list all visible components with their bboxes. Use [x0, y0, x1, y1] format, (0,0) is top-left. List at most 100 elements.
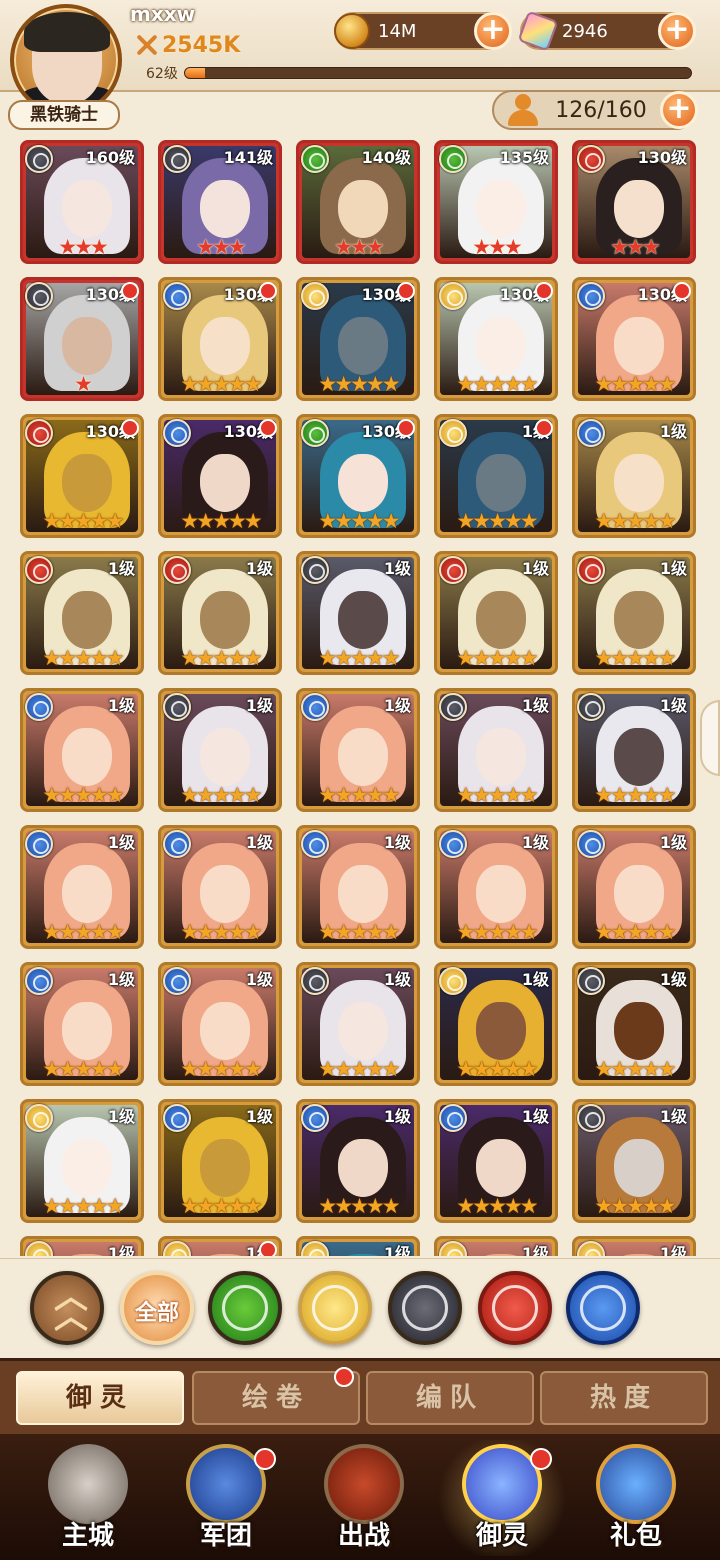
nav-battle[interactable]: 出战: [294, 1440, 434, 1556]
nav-spirits[interactable]: 御灵: [432, 1440, 572, 1556]
add-gems-button[interactable]: +: [658, 12, 696, 50]
filter-light-button[interactable]: [298, 1271, 372, 1345]
hero-card[interactable]: 1级: [20, 1236, 144, 1256]
hero-star-rating: ★★★★★: [318, 372, 400, 396]
hero-card[interactable]: 160级 ★★★: [20, 140, 144, 264]
hero-card[interactable]: 1级★★★★★: [434, 1099, 558, 1223]
hero-level: 1级: [659, 1244, 687, 1256]
hero-face: [338, 1002, 388, 1060]
hero-slots-value: 126/160: [555, 97, 647, 123]
bottom-navigation: 主城 军团 出战 御灵 礼包: [0, 1434, 720, 1560]
hero-card[interactable]: 1级★★★★★: [572, 551, 696, 675]
hero-card[interactable]: 1级★★★★★: [20, 1099, 144, 1223]
hero-card[interactable]: 130级 ★★★★★: [434, 277, 558, 401]
hero-card[interactable]: 1级★★★★★: [20, 688, 144, 812]
hero-card[interactable]: 1级★★★★★: [296, 962, 420, 1086]
hero-card[interactable]: 1级★★★★★: [296, 825, 420, 949]
player-level: 62级: [146, 66, 178, 82]
nav-main-city[interactable]: 主城: [18, 1440, 158, 1556]
hero-card[interactable]: 130级 ★★★★★: [20, 414, 144, 538]
hero-face: [62, 865, 112, 923]
fire-bird-icon: [163, 556, 191, 584]
tab-spirits[interactable]: 御灵: [16, 1371, 184, 1425]
hero-card[interactable]: 1级★★★★★: [296, 551, 420, 675]
notification-dot: [673, 282, 691, 300]
hero-face: [476, 865, 526, 923]
hero-star-rating: ★★★: [334, 235, 384, 259]
water-wave-icon: [163, 830, 191, 858]
notification-dot: [259, 419, 277, 437]
hero-card[interactable]: 1级★★★★★: [434, 414, 558, 538]
filter-fire-button[interactable]: [478, 1271, 552, 1345]
tab-popularity[interactable]: 热度: [540, 1371, 708, 1425]
hero-card[interactable]: 1级★★★★★: [158, 1099, 282, 1223]
person-icon: [506, 92, 542, 128]
combat-power-value: 2545K: [162, 32, 241, 58]
player-rank: 黑铁骑士: [8, 100, 120, 130]
tab-label: 绘卷: [241, 1383, 310, 1413]
water-wave-icon: [580, 1285, 626, 1331]
hero-card[interactable]: 1级★★★★★: [572, 825, 696, 949]
hero-card[interactable]: 1级★★★★★: [296, 1099, 420, 1223]
nav-gift-pack[interactable]: 礼包: [566, 1440, 706, 1556]
hero-card[interactable]: 130级 ★★★★★: [158, 414, 282, 538]
hero-card[interactable]: 1级★★★★★: [20, 962, 144, 1086]
nav-label: 主城: [61, 1521, 114, 1551]
hero-level: 1级: [659, 422, 687, 441]
hero-face: [200, 591, 250, 649]
hero-card[interactable]: 1级★★★★★: [572, 962, 696, 1086]
hero-card[interactable]: 1级★★★★★: [434, 962, 558, 1086]
hero-face: [200, 180, 250, 238]
add-gold-button[interactable]: +: [474, 12, 512, 50]
hero-card[interactable]: 1级★★★★★: [434, 825, 558, 949]
hero-card[interactable]: 130级 ★★★★★: [158, 277, 282, 401]
rose-icon: [312, 1285, 358, 1331]
water-wave-icon: [25, 967, 53, 995]
collapse-button[interactable]: ︿ ︿: [30, 1271, 104, 1345]
hero-card[interactable]: 1级★★★★★: [572, 414, 696, 538]
hero-card[interactable]: 1级★★★★★: [434, 551, 558, 675]
hero-face: [614, 454, 664, 512]
hero-card[interactable]: 1级: [572, 1236, 696, 1256]
tab-scrolls[interactable]: 绘卷: [192, 1367, 360, 1425]
hero-card[interactable]: 1级★★★★★: [158, 962, 282, 1086]
hero-grid[interactable]: 160级 ★★★ 141级 ★★★ 140级 ★★★ 135级 ★★★ 130级 ★★★ 130级 ★…: [0, 134, 720, 1256]
side-expand-handle[interactable]: [700, 700, 720, 776]
hero-face: [200, 1139, 250, 1197]
hero-card[interactable]: 1级★★★★★: [572, 1099, 696, 1223]
filter-water-button[interactable]: [566, 1271, 640, 1345]
hero-card[interactable]: 140级 ★★★: [296, 140, 420, 264]
hero-card[interactable]: 1级★★★★★: [158, 551, 282, 675]
hero-card[interactable]: 130级 ★: [20, 277, 144, 401]
hero-card[interactable]: 1级: [158, 1236, 282, 1256]
hero-card[interactable]: 1级★★★★★: [20, 825, 144, 949]
hero-card[interactable]: 1级★★★★★: [158, 825, 282, 949]
filter-wind-button[interactable]: [208, 1271, 282, 1345]
hero-card[interactable]: 141级 ★★★: [158, 140, 282, 264]
hero-face: [62, 317, 112, 375]
hero-card[interactable]: 130级 ★★★★★: [572, 277, 696, 401]
hero-card[interactable]: 1级★★★★★: [572, 688, 696, 812]
tab-formation[interactable]: 编队: [366, 1371, 534, 1425]
rose-icon: [439, 967, 467, 995]
hero-card[interactable]: 1级★★★★★: [434, 688, 558, 812]
water-wave-icon: [25, 830, 53, 858]
hero-face: [338, 1139, 388, 1197]
hero-card[interactable]: 130级 ★★★★★: [296, 277, 420, 401]
filter-dark-button[interactable]: [388, 1271, 462, 1345]
hero-card[interactable]: 1级★★★★★: [296, 688, 420, 812]
hero-card[interactable]: 1级★★★★★: [158, 688, 282, 812]
hero-card[interactable]: 1级★★★★★: [20, 551, 144, 675]
expand-slots-button[interactable]: +: [660, 91, 698, 129]
hero-card[interactable]: 130级 ★★★: [572, 140, 696, 264]
hero-level: 1级: [245, 1107, 273, 1126]
rose-icon: [301, 282, 329, 310]
hero-star-rating: ★★★★★: [180, 509, 262, 533]
hero-card[interactable]: 1级: [296, 1236, 420, 1256]
nav-legion[interactable]: 军团: [156, 1440, 296, 1556]
filter-all-button[interactable]: 全部: [120, 1271, 194, 1345]
hero-card[interactable]: 135级 ★★★: [434, 140, 558, 264]
hero-card[interactable]: 130级 ★★★★★: [296, 414, 420, 538]
dark-web-icon: [577, 967, 605, 995]
hero-card[interactable]: 1级: [434, 1236, 558, 1256]
